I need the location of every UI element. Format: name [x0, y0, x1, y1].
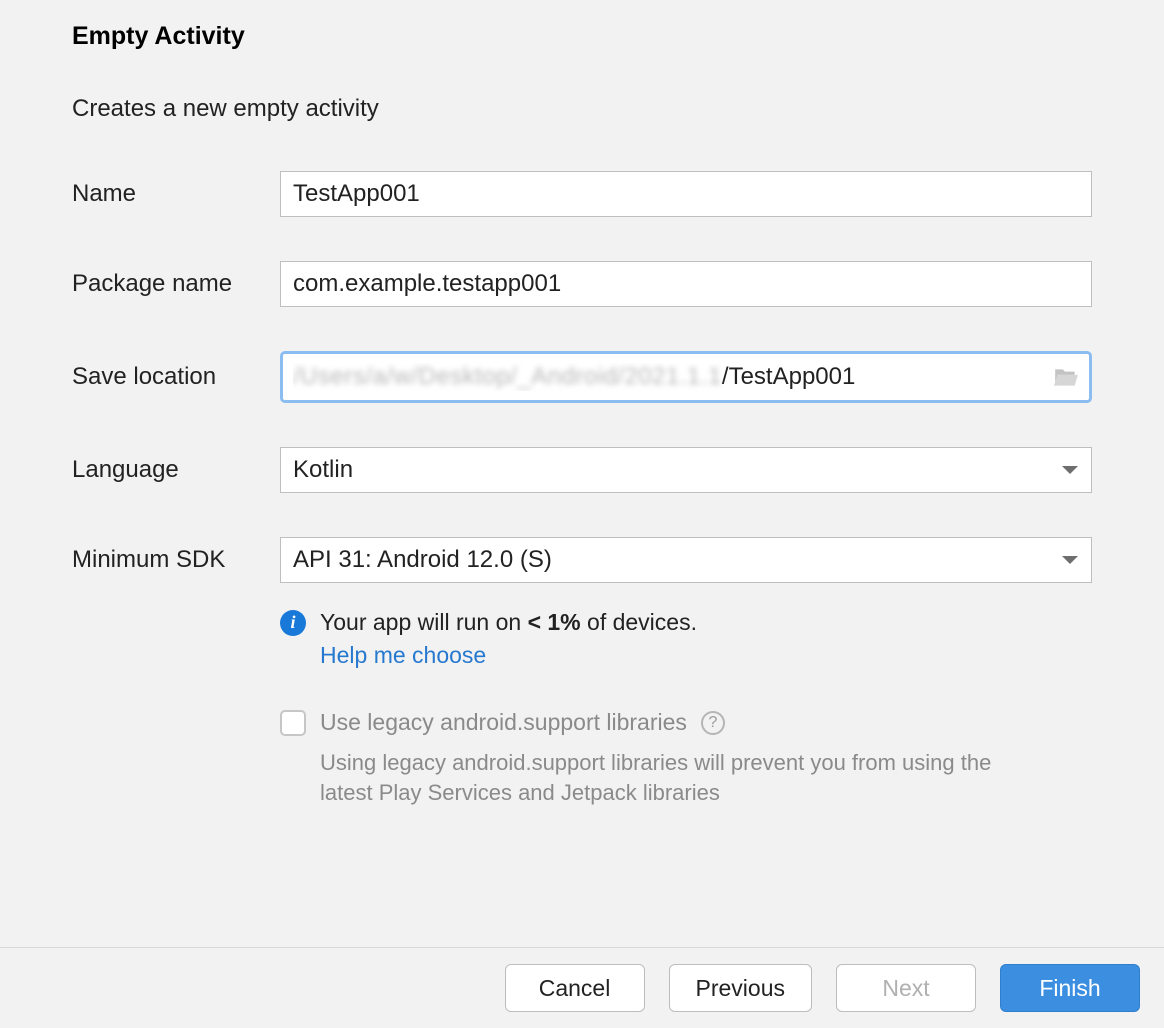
- info-prefix: Your app will run on: [320, 609, 528, 635]
- package-name-label: Package name: [72, 270, 280, 298]
- save-location-redacted: /Users/a/w/Desktop/_Android/2021.1.1: [293, 363, 722, 391]
- language-value: Kotlin: [293, 456, 353, 484]
- page-subtitle: Creates a new empty activity: [72, 95, 1092, 123]
- finish-button[interactable]: Finish: [1000, 964, 1140, 1012]
- cancel-button[interactable]: Cancel: [505, 964, 645, 1012]
- help-me-choose-link[interactable]: Help me choose: [320, 642, 1092, 669]
- info-percent: < 1%: [528, 609, 581, 635]
- legacy-libraries-label: Use legacy android.support libraries: [320, 709, 687, 736]
- save-location-suffix: /TestApp001: [722, 363, 855, 391]
- package-name-input[interactable]: [280, 261, 1092, 307]
- minimum-sdk-select[interactable]: API 31: Android 12.0 (S): [280, 537, 1092, 583]
- legacy-libraries-hint: Using legacy android.support libraries w…: [320, 748, 1040, 807]
- legacy-libraries-checkbox[interactable]: [280, 710, 306, 736]
- language-label: Language: [72, 456, 280, 484]
- minimum-sdk-value: API 31: Android 12.0 (S): [293, 546, 552, 574]
- previous-button[interactable]: Previous: [669, 964, 812, 1012]
- next-button: Next: [836, 964, 976, 1012]
- minimum-sdk-label: Minimum SDK: [72, 546, 280, 574]
- save-location-input[interactable]: /Users/a/w/Desktop/_Android/2021.1.1/Tes…: [280, 351, 1092, 403]
- folder-open-icon[interactable]: [1053, 366, 1079, 388]
- device-coverage-info: i Your app will run on < 1% of devices.: [280, 609, 1092, 636]
- name-label: Name: [72, 180, 280, 208]
- name-input[interactable]: [280, 171, 1092, 217]
- help-icon[interactable]: ?: [701, 711, 725, 735]
- page-title: Empty Activity: [72, 22, 1092, 51]
- dialog-footer: Cancel Previous Next Finish: [0, 947, 1164, 1028]
- language-select[interactable]: Kotlin: [280, 447, 1092, 493]
- info-suffix: of devices.: [581, 609, 697, 635]
- info-icon: i: [280, 610, 306, 636]
- save-location-label: Save location: [72, 363, 280, 391]
